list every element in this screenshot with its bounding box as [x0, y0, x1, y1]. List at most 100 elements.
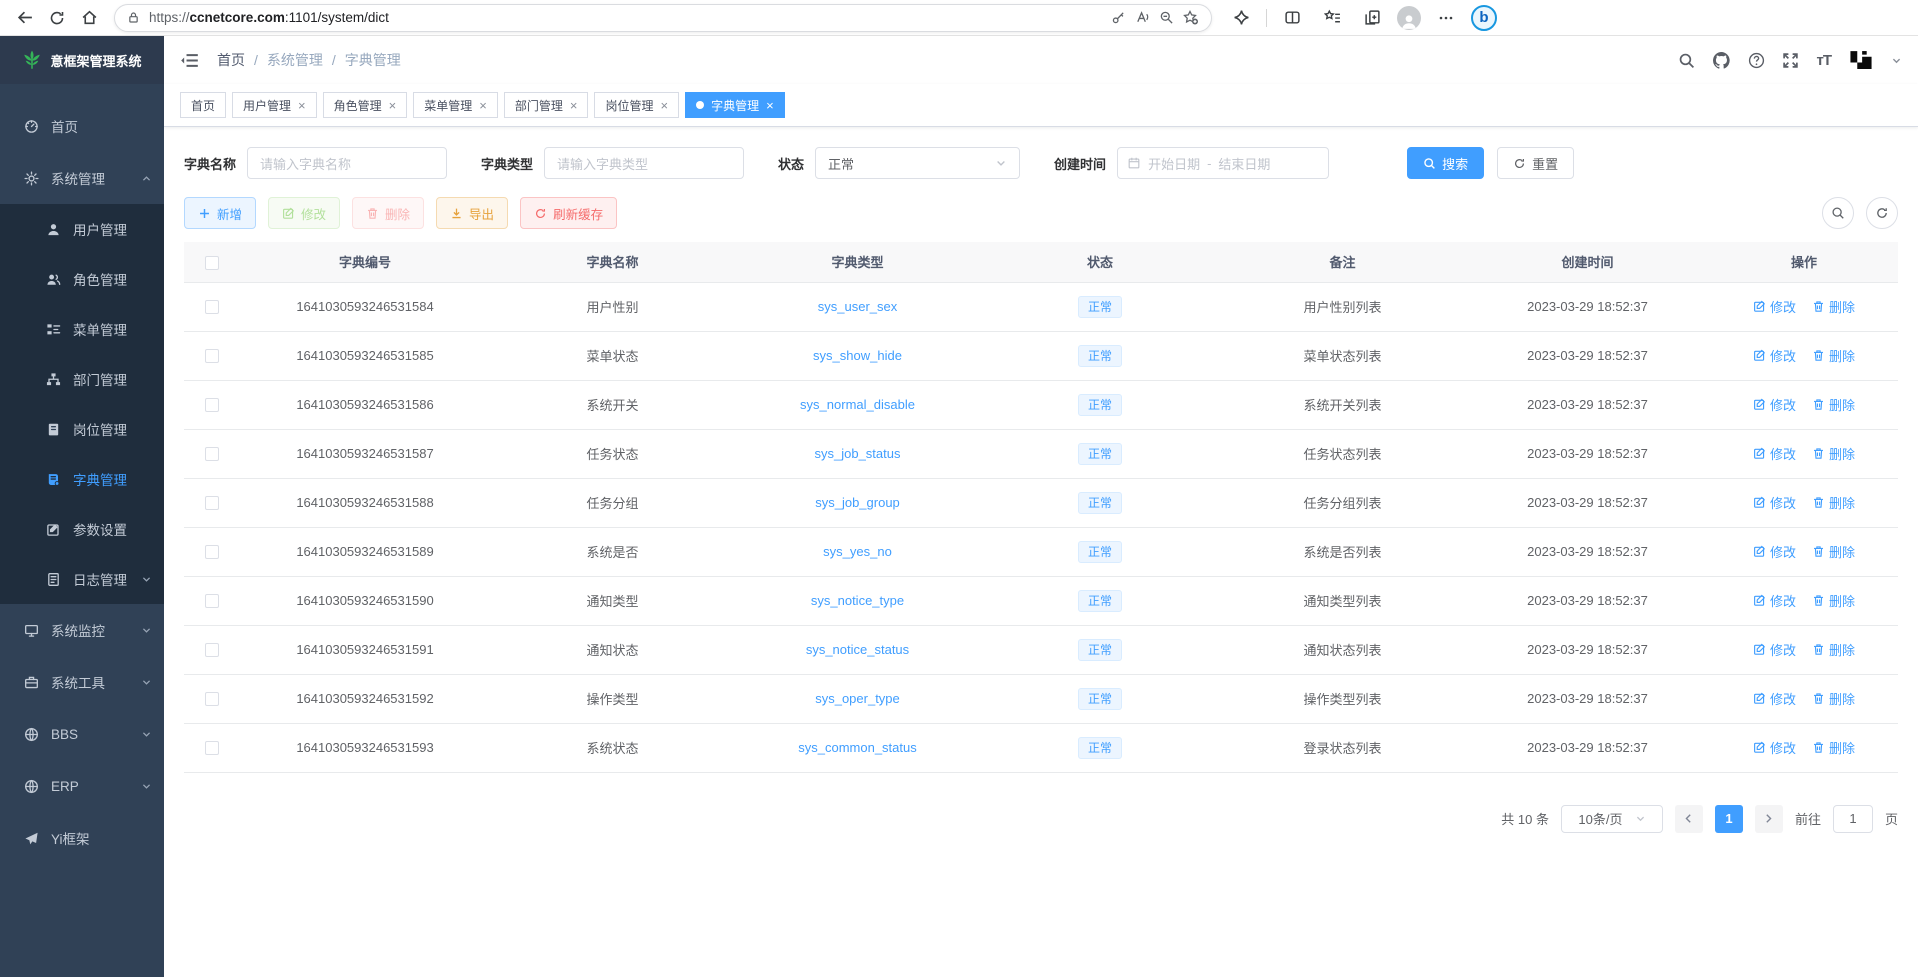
row-checkbox[interactable]: [205, 741, 219, 755]
refresh-table-button[interactable]: [1866, 197, 1898, 229]
row-delete-link[interactable]: 删除: [1812, 542, 1855, 561]
row-checkbox[interactable]: [205, 496, 219, 510]
row-edit-link[interactable]: 修改: [1753, 640, 1796, 659]
browser-profile-avatar[interactable]: [1397, 6, 1421, 30]
row-delete-link[interactable]: 删除: [1812, 738, 1855, 757]
row-checkbox[interactable]: [205, 349, 219, 363]
sidebar-item-role[interactable]: 角色管理: [0, 254, 164, 304]
status-select[interactable]: 正常: [815, 147, 1020, 179]
tab-user[interactable]: 用户管理×: [232, 92, 317, 118]
modify-button[interactable]: 修改: [268, 197, 340, 229]
fullscreen-icon[interactable]: [1782, 52, 1799, 69]
close-icon[interactable]: ×: [389, 99, 397, 112]
sidebar-item-post[interactable]: 岗位管理: [0, 404, 164, 454]
breadcrumb-item[interactable]: 系统管理: [267, 50, 323, 70]
reset-button[interactable]: 重置: [1497, 147, 1574, 179]
delete-button[interactable]: 删除: [352, 197, 424, 229]
row-delete-link[interactable]: 删除: [1812, 297, 1855, 316]
zoom-out-icon[interactable]: [1159, 10, 1174, 25]
extensions-sparkle-icon[interactable]: [1226, 3, 1256, 33]
sidebar-item-bbs[interactable]: BBS: [0, 708, 164, 760]
goto-page-input[interactable]: 1: [1833, 805, 1873, 833]
row-edit-link[interactable]: 修改: [1753, 346, 1796, 365]
row-checkbox[interactable]: [205, 643, 219, 657]
favorites-bar-icon[interactable]: [1317, 3, 1347, 33]
sidebar-item-erp[interactable]: ERP: [0, 760, 164, 812]
page-size-select[interactable]: 10条/页: [1561, 805, 1663, 833]
help-icon[interactable]: [1748, 52, 1765, 69]
export-button[interactable]: 导出: [436, 197, 508, 229]
dict-type-link[interactable]: sys_oper_type: [815, 691, 900, 706]
home-icon[interactable]: [74, 3, 104, 33]
chevron-down-icon[interactable]: [1891, 55, 1902, 66]
row-checkbox[interactable]: [205, 594, 219, 608]
search-button[interactable]: 搜索: [1407, 147, 1484, 179]
row-edit-link[interactable]: 修改: [1753, 738, 1796, 757]
sidebar-item-system[interactable]: 系统管理: [0, 152, 164, 204]
tab-home[interactable]: 首页: [180, 92, 226, 118]
sidebar-item-user[interactable]: 用户管理: [0, 204, 164, 254]
page-number-button[interactable]: 1: [1715, 805, 1743, 833]
dict-type-input[interactable]: 请输入字典类型: [544, 147, 744, 179]
sidebar-item-tools[interactable]: 系统工具: [0, 656, 164, 708]
dict-type-link[interactable]: sys_notice_type: [811, 593, 904, 608]
collections-icon[interactable]: [1357, 3, 1387, 33]
row-delete-link[interactable]: 删除: [1812, 640, 1855, 659]
row-edit-link[interactable]: 修改: [1753, 297, 1796, 316]
row-delete-link[interactable]: 删除: [1812, 689, 1855, 708]
close-icon[interactable]: ×: [660, 99, 668, 112]
row-checkbox[interactable]: [205, 545, 219, 559]
row-checkbox[interactable]: [205, 300, 219, 314]
back-icon[interactable]: [10, 3, 40, 33]
sidebar-item-log[interactable]: 日志管理: [0, 554, 164, 604]
url-text[interactable]: https://ccnetcore.com:1101/system/dict: [149, 10, 1102, 25]
dict-type-link[interactable]: sys_notice_status: [806, 642, 909, 657]
app-logo[interactable]: 意框架管理系统: [0, 36, 164, 84]
row-checkbox[interactable]: [205, 398, 219, 412]
select-all-checkbox[interactable]: [205, 256, 219, 270]
prev-page-button[interactable]: [1675, 805, 1703, 833]
refresh-cache-button[interactable]: 刷新缓存: [520, 197, 617, 229]
row-checkbox[interactable]: [205, 692, 219, 706]
close-icon[interactable]: ×: [766, 99, 774, 112]
row-edit-link[interactable]: 修改: [1753, 689, 1796, 708]
dict-type-link[interactable]: sys_yes_no: [823, 544, 892, 559]
row-edit-link[interactable]: 修改: [1753, 395, 1796, 414]
row-delete-link[interactable]: 删除: [1812, 346, 1855, 365]
dict-type-link[interactable]: sys_show_hide: [813, 348, 902, 363]
date-range-picker[interactable]: 开始日期 - 结束日期: [1117, 147, 1329, 179]
dict-type-link[interactable]: sys_job_status: [815, 446, 901, 461]
dict-type-link[interactable]: sys_normal_disable: [800, 397, 915, 412]
dict-type-link[interactable]: sys_user_sex: [818, 299, 897, 314]
tab-dict[interactable]: 字典管理×: [685, 92, 785, 118]
sidebar-item-yi[interactable]: Yi框架: [0, 812, 164, 864]
sidebar-collapse-icon[interactable]: [180, 51, 199, 70]
url-bar[interactable]: https://ccnetcore.com:1101/system/dict: [114, 4, 1212, 32]
read-aloud-icon[interactable]: [1135, 10, 1150, 25]
user-avatar-logo[interactable]: [1848, 47, 1874, 73]
row-delete-link[interactable]: 删除: [1812, 444, 1855, 463]
row-delete-link[interactable]: 删除: [1812, 493, 1855, 512]
tab-post[interactable]: 岗位管理×: [594, 92, 679, 118]
sidebar-item-menu[interactable]: 菜单管理: [0, 304, 164, 354]
sidebar-item-dict[interactable]: 字典管理: [0, 454, 164, 504]
dict-type-link[interactable]: sys_job_group: [815, 495, 900, 510]
close-icon[interactable]: ×: [479, 99, 487, 112]
breadcrumb-item[interactable]: 首页: [217, 50, 245, 70]
sidebar-item-param[interactable]: 参数设置: [0, 504, 164, 554]
tab-role[interactable]: 角色管理×: [323, 92, 408, 118]
row-checkbox[interactable]: [205, 447, 219, 461]
text-size-icon[interactable]: тT: [1816, 52, 1831, 69]
close-icon[interactable]: ×: [298, 99, 306, 112]
close-icon[interactable]: ×: [570, 99, 578, 112]
dict-name-input[interactable]: 请输入字典名称: [247, 147, 447, 179]
sidebar-item-monitor[interactable]: 系统监控: [0, 604, 164, 656]
add-button[interactable]: 新增: [184, 197, 256, 229]
password-key-icon[interactable]: [1111, 10, 1126, 25]
row-edit-link[interactable]: 修改: [1753, 542, 1796, 561]
breadcrumb-item[interactable]: 字典管理: [345, 50, 401, 70]
sidebar-item-home[interactable]: 首页: [0, 100, 164, 152]
favorite-star-icon[interactable]: [1183, 10, 1199, 26]
row-delete-link[interactable]: 删除: [1812, 395, 1855, 414]
row-delete-link[interactable]: 删除: [1812, 591, 1855, 610]
